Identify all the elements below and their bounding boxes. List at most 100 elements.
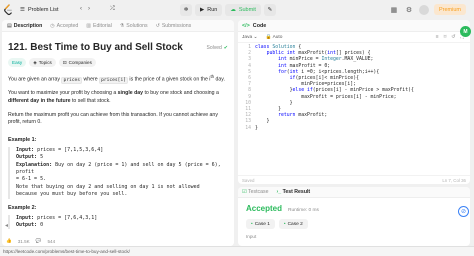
test-panel: ☑ Testcase ›_ Test Result Accepted Runti… — [238, 187, 470, 246]
key: Input: — [16, 146, 35, 153]
case-label: Case 1 — [254, 221, 270, 227]
problem-list-button[interactable]: ☰ Problem List — [20, 5, 59, 15]
example-output: Output: 5 — [16, 154, 228, 161]
tab-label: Solutions — [126, 22, 148, 29]
next-problem-icon[interactable]: › — [88, 6, 90, 12]
comment-icon[interactable]: 💬 — [36, 238, 42, 244]
problem-title[interactable]: 121. Best Time to Buy and Sell Stock — [8, 42, 183, 53]
explanation-line: Note that buying on day 2 and selling on… — [16, 183, 200, 190]
run-submit-group: ✲ ▶ Run ☁ Submit ✎ — [180, 3, 276, 17]
case-list: • Case 1 • Case 2 — [238, 213, 470, 229]
tab-accepted[interactable]: ◷ Accepted — [50, 23, 78, 29]
flask-icon: ⚗ — [119, 22, 125, 29]
code-icon: </> — [242, 22, 250, 29]
title-row: 121. Best Time to Buy and Sell Stock Sol… — [8, 42, 228, 53]
avatar[interactable] — [418, 4, 429, 15]
bold-text: different day in the future — [8, 97, 71, 104]
companies-label: Companies — [68, 60, 92, 65]
problem-stats-bar: 👍 31.5K 💬 544 — [6, 236, 234, 246]
code-header-label: Code — [252, 22, 267, 29]
text: is the price of a given stock on the i — [127, 76, 211, 83]
reset-icon[interactable]: ↺ — [451, 34, 455, 40]
companies-tag[interactable]: ⊡ Companies — [58, 58, 96, 67]
tab-editorial[interactable]: ▥ Editorial — [86, 23, 111, 29]
autocomplete-toggle[interactable]: 🔒 Auto — [266, 35, 283, 40]
check-circle-icon: ✔ — [223, 44, 228, 51]
comment-count: 544 — [47, 238, 56, 244]
value: prices = [7,1,5,3,6,4] — [34, 146, 104, 153]
problem-nav: ‹ › — [80, 6, 90, 12]
case-1-button[interactable]: • Case 1 — [246, 219, 275, 229]
top-bar: ☰ Problem List ‹ › ⤮ ✲ ▶ Run ☁ Submit ✎ … — [0, 0, 474, 20]
leetcode-logo[interactable] — [4, 4, 13, 16]
value: 0 — [37, 221, 44, 228]
tag-icon: ◈ — [33, 59, 37, 65]
test-tabs: ☑ Testcase ›_ Test Result — [238, 187, 470, 198]
result-row: Accepted Runtime: 0 ms — [238, 198, 470, 213]
prev-problem-icon[interactable]: ‹ — [80, 6, 82, 12]
language-label: Java — [242, 34, 253, 40]
like-count: 31.5K — [17, 238, 30, 244]
collapse-arrow-icon[interactable]: ◂ — [5, 222, 13, 230]
tab-submissions[interactable]: ↺ Submissions — [156, 23, 192, 29]
bookmark-icon[interactable]: ⌑ — [444, 34, 447, 40]
topics-label: Topics — [38, 60, 52, 65]
tab-description[interactable]: ▤ Description — [7, 23, 42, 29]
result-status: Accepted — [246, 204, 283, 213]
layout-icon[interactable]: ▦ — [389, 5, 399, 15]
extension-m-icon[interactable]: M — [460, 26, 471, 37]
code-header: </> Code — [238, 20, 470, 32]
settings-icon[interactable]: ⚙ — [404, 5, 414, 15]
line-number: 14 — [245, 125, 251, 131]
debug-button[interactable]: ✲ — [180, 4, 192, 16]
notes-button[interactable]: ✎ — [263, 4, 276, 16]
key: Output: — [16, 221, 38, 228]
upload-icon: ☁ — [230, 7, 236, 13]
top-right-group: ▦ ⚙ Premium — [389, 4, 466, 15]
history-icon: ↺ — [155, 22, 160, 29]
case-label: Case 2 — [287, 221, 303, 227]
bug-icon: ✲ — [183, 7, 189, 13]
book-icon: ▥ — [86, 22, 92, 29]
description-panel: ▤ Description ◷ Accepted ▥ Editorial ⚗ S… — [2, 20, 234, 246]
input-label: Input — [246, 234, 257, 239]
checkbox-icon: ☑ — [242, 189, 247, 195]
topics-tag[interactable]: ◈ Topics — [29, 58, 56, 67]
key: Input: — [16, 214, 35, 221]
run-button[interactable]: ▶ Run — [195, 4, 223, 16]
key: Explanation: — [16, 161, 53, 168]
value: 5 — [37, 154, 44, 161]
runtime-label: Runtime: 0 ms — [288, 208, 319, 213]
case-2-button[interactable]: • Case 2 — [278, 219, 308, 229]
description-tabs: ▤ Description ◷ Accepted ▥ Editorial ⚗ S… — [2, 20, 234, 32]
code-editor[interactable]: 1 class Solution {2 public int maxProfit(… — [238, 43, 470, 132]
lock-icon: ⊡ — [62, 59, 67, 65]
shuffle-icon[interactable]: ⤮ — [110, 6, 115, 13]
history-icon: ◷ — [50, 22, 55, 29]
text: You want to maximize your profit by choo… — [8, 90, 118, 97]
description-content: 121. Best Time to Buy and Sell Stock Sol… — [2, 32, 234, 233]
example-1-heading: Example 1: — [8, 136, 37, 143]
language-select[interactable]: Java ⌄ — [242, 35, 258, 40]
like-icon[interactable]: 👍 — [6, 238, 12, 244]
mode-label: Auto — [272, 34, 283, 40]
problem-paragraph-3: Return the maximum profit you can achiev… — [8, 111, 218, 126]
value: prices = [7,6,4,3,1] — [34, 214, 98, 221]
inline-code: prices[i] — [99, 76, 128, 84]
example-explanation: Explanation: Buy on day 2 (price = 1) an… — [16, 162, 228, 177]
submit-button[interactable]: ☁ Submit — [225, 4, 261, 16]
document-icon: ▤ — [7, 22, 12, 29]
problem-paragraph-2: You want to maximize your profit by choo… — [8, 90, 228, 105]
format-icon[interactable]: ≡ — [436, 34, 439, 40]
tab-test-result[interactable]: ›_ Test Result — [277, 189, 311, 195]
explanation-line: = 6-1 = 5. — [16, 176, 47, 183]
tab-testcase[interactable]: ☑ Testcase — [242, 189, 269, 195]
tab-solutions[interactable]: ⚗ Solutions — [120, 23, 148, 29]
difficulty-badge: Easy — [8, 58, 27, 67]
premium-button[interactable]: Premium — [433, 4, 466, 15]
tab-label: Description — [13, 22, 43, 29]
lock-icon: 🔒 — [265, 34, 272, 40]
explanation-line: because you must buy before you sell. — [16, 191, 128, 198]
extension-compass-icon[interactable]: ⊘ — [458, 206, 469, 217]
code-line: 14} — [238, 126, 470, 132]
